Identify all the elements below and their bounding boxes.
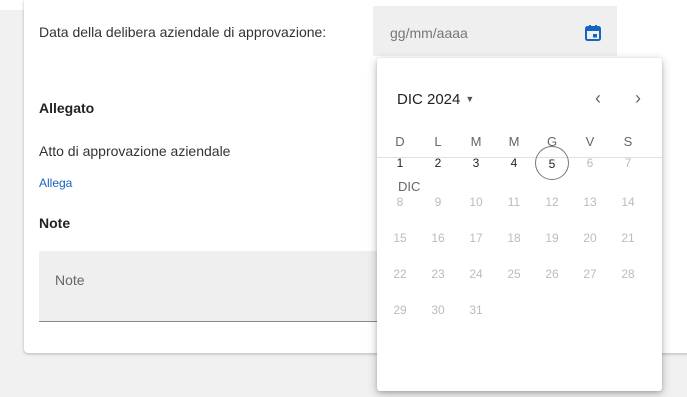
allega-link[interactable]: Allega [39,176,72,190]
note-title: Note [39,215,71,231]
datepicker-popup: DIC 2024 ▼ ‹ › D L M M G V S DIC 12345678… [377,58,662,391]
day-cell[interactable]: 3 [459,146,493,180]
day-cell: 25 [507,267,521,281]
day-cell: 18 [507,231,521,245]
day-cell: 19 [545,231,559,245]
day-cell: 29 [393,303,407,317]
chevron-left-icon: ‹ [595,88,601,108]
day-cell: 14 [621,195,635,209]
day-cell[interactable]: 2 [421,146,455,180]
day-cell: 26 [545,267,559,281]
day-cell: 9 [434,195,442,209]
day-cell: 8 [396,195,404,209]
day-cell: 28 [621,267,635,281]
date-input-placeholder: gg/mm/aaaa [390,25,468,41]
day-cell[interactable]: 1 [383,146,417,180]
prev-month-button[interactable]: ‹ [588,88,608,109]
day-cell: 20 [583,231,597,245]
day-cell: 23 [431,267,445,281]
note-placeholder: Note [55,272,85,288]
chevron-right-icon: › [635,88,641,108]
caret-down-icon: ▼ [465,94,475,104]
next-month-button[interactable]: › [628,88,648,109]
day-cell: 10 [469,195,483,209]
day-cell-today[interactable]: 5 [535,146,569,180]
day-cell: 21 [621,231,635,245]
day-cell: 15 [393,231,407,245]
day-cell: 6 [586,156,594,170]
day-cell: 31 [469,303,483,317]
atto-label: Atto di approvazione aziendale [39,143,231,159]
day-cell: 22 [393,267,407,281]
month-year-label: DIC 2024 [397,91,461,108]
day-cell: 13 [583,195,597,209]
day-cell: 17 [469,231,483,245]
day-cell: 27 [583,267,597,281]
day-cell: 11 [507,195,521,209]
day-cell: 12 [545,195,559,209]
day-cell: 16 [431,231,445,245]
month-year-selector[interactable]: DIC 2024 ▼ [397,91,474,108]
day-cell: 24 [469,267,483,281]
calendar-icon[interactable] [584,24,602,42]
day-cell: 30 [431,303,445,317]
date-field-label: Data della delibera aziendale di approva… [39,24,327,40]
note-textarea[interactable]: Note [39,251,379,322]
day-cell[interactable]: 4 [497,146,531,180]
allegato-title: Allegato [39,100,95,116]
day-cell: 7 [624,156,632,170]
date-input[interactable]: gg/mm/aaaa [373,6,617,56]
